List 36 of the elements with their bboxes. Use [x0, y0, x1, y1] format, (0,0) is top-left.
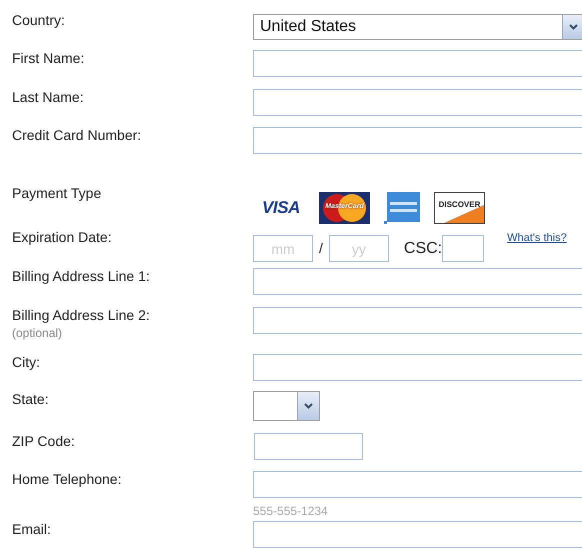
- dropdown-arrow-button[interactable]: [562, 15, 582, 39]
- field-label: Credit Card Number:: [12, 127, 142, 144]
- text-field[interactable]: [253, 471, 582, 498]
- csc-label: CSC:: [404, 238, 442, 258]
- text-field[interactable]: [253, 50, 582, 77]
- date-separator: /: [319, 239, 323, 258]
- zip-field[interactable]: [254, 433, 363, 460]
- dropdown[interactable]: United States: [253, 14, 582, 40]
- csc-field[interactable]: [442, 235, 484, 262]
- field-label: City:: [12, 354, 41, 371]
- text-field[interactable]: [253, 354, 582, 381]
- field-label: Billing Address Line 1:: [12, 268, 151, 285]
- field-label: First Name:: [12, 50, 86, 67]
- dropdown-value: United States: [259, 17, 358, 37]
- dropdown-arrow-button[interactable]: [297, 392, 319, 420]
- field-label: ZIP Code:: [12, 433, 76, 450]
- whats-this-link[interactable]: What's this?: [507, 230, 567, 246]
- text-field[interactable]: [253, 127, 582, 154]
- field-label: Payment Type: [12, 185, 102, 202]
- field-label: Expiration Date:: [12, 229, 113, 246]
- chevron-down-icon: [569, 24, 578, 30]
- visa-logo: VISA: [261, 196, 301, 219]
- format-hint: 555-555-1234: [253, 503, 329, 520]
- text-field[interactable]: [253, 307, 582, 334]
- text-field[interactable]: [253, 521, 582, 548]
- chevron-down-icon: [304, 403, 313, 409]
- field-label: State:: [12, 391, 50, 408]
- field-label: Last Name:: [12, 89, 85, 106]
- text-field[interactable]: [253, 89, 582, 116]
- field-label: Email:: [12, 521, 52, 538]
- field-label: Country:: [12, 12, 66, 29]
- text-field[interactable]: [253, 268, 582, 295]
- card-logo-icon: [384, 192, 420, 224]
- field-label: Home Telephone:: [12, 471, 122, 488]
- field-label: Billing Address Line 2:: [12, 307, 151, 324]
- optional-note: (optional): [12, 326, 64, 340]
